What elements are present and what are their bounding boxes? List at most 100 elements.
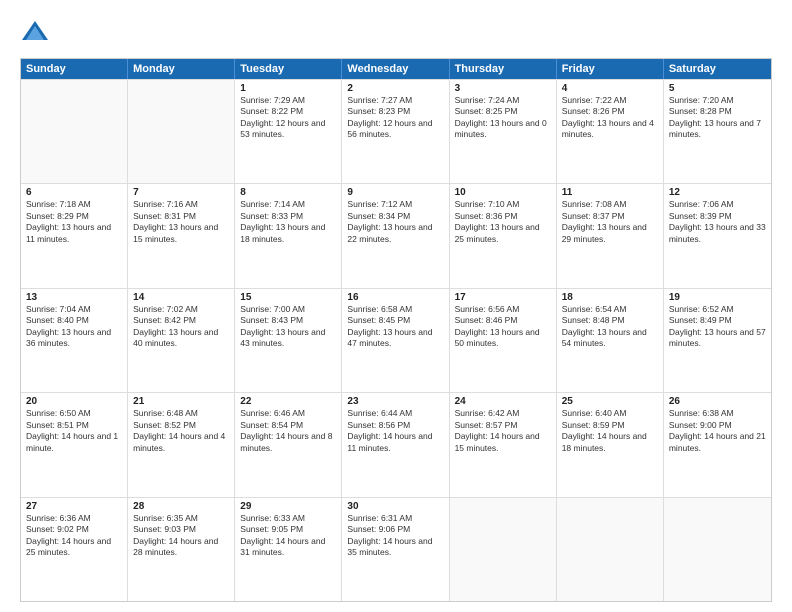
sunset-text: Sunset: 8:43 PM — [240, 315, 336, 326]
sunrise-text: Sunrise: 6:42 AM — [455, 408, 551, 419]
daylight-text: Daylight: 14 hours and 1 minute. — [26, 431, 122, 454]
day-number: 23 — [347, 396, 443, 407]
day-cell-6: 6Sunrise: 7:18 AMSunset: 8:29 PMDaylight… — [21, 184, 128, 287]
sunset-text: Sunset: 8:57 PM — [455, 420, 551, 431]
header-day-saturday: Saturday — [664, 59, 771, 79]
sunrise-text: Sunrise: 6:31 AM — [347, 513, 443, 524]
day-number: 30 — [347, 501, 443, 512]
sunrise-text: Sunrise: 7:16 AM — [133, 199, 229, 210]
sunrise-text: Sunrise: 7:04 AM — [26, 304, 122, 315]
calendar-header: SundayMondayTuesdayWednesdayThursdayFrid… — [21, 59, 771, 79]
sunset-text: Sunset: 8:33 PM — [240, 211, 336, 222]
daylight-text: Daylight: 14 hours and 28 minutes. — [133, 536, 229, 559]
sunset-text: Sunset: 8:59 PM — [562, 420, 658, 431]
day-number: 29 — [240, 501, 336, 512]
day-cell-26: 26Sunrise: 6:38 AMSunset: 9:00 PMDayligh… — [664, 393, 771, 496]
week-row-5: 27Sunrise: 6:36 AMSunset: 9:02 PMDayligh… — [21, 497, 771, 601]
day-number: 18 — [562, 292, 658, 303]
day-number: 27 — [26, 501, 122, 512]
daylight-text: Daylight: 13 hours and 25 minutes. — [455, 222, 551, 245]
day-number: 20 — [26, 396, 122, 407]
sunset-text: Sunset: 8:34 PM — [347, 211, 443, 222]
sunset-text: Sunset: 9:03 PM — [133, 524, 229, 535]
daylight-text: Daylight: 13 hours and 50 minutes. — [455, 327, 551, 350]
daylight-text: Daylight: 13 hours and 33 minutes. — [669, 222, 766, 245]
sunrise-text: Sunrise: 6:38 AM — [669, 408, 766, 419]
day-cell-24: 24Sunrise: 6:42 AMSunset: 8:57 PMDayligh… — [450, 393, 557, 496]
sunrise-text: Sunrise: 6:40 AM — [562, 408, 658, 419]
daylight-text: Daylight: 14 hours and 15 minutes. — [455, 431, 551, 454]
sunset-text: Sunset: 8:40 PM — [26, 315, 122, 326]
week-row-2: 6Sunrise: 7:18 AMSunset: 8:29 PMDaylight… — [21, 183, 771, 287]
day-cell-5: 5Sunrise: 7:20 AMSunset: 8:28 PMDaylight… — [664, 80, 771, 183]
sunrise-text: Sunrise: 6:50 AM — [26, 408, 122, 419]
sunrise-text: Sunrise: 6:58 AM — [347, 304, 443, 315]
daylight-text: Daylight: 13 hours and 4 minutes. — [562, 118, 658, 141]
header-day-monday: Monday — [128, 59, 235, 79]
sunset-text: Sunset: 8:49 PM — [669, 315, 766, 326]
page: SundayMondayTuesdayWednesdayThursdayFrid… — [0, 0, 792, 612]
day-cell-11: 11Sunrise: 7:08 AMSunset: 8:37 PMDayligh… — [557, 184, 664, 287]
day-number: 8 — [240, 187, 336, 198]
daylight-text: Daylight: 13 hours and 36 minutes. — [26, 327, 122, 350]
sunset-text: Sunset: 9:06 PM — [347, 524, 443, 535]
sunset-text: Sunset: 8:23 PM — [347, 106, 443, 117]
sunset-text: Sunset: 8:54 PM — [240, 420, 336, 431]
daylight-text: Daylight: 13 hours and 57 minutes. — [669, 327, 766, 350]
day-cell-21: 21Sunrise: 6:48 AMSunset: 8:52 PMDayligh… — [128, 393, 235, 496]
day-number: 14 — [133, 292, 229, 303]
daylight-text: Daylight: 14 hours and 31 minutes. — [240, 536, 336, 559]
day-cell-18: 18Sunrise: 6:54 AMSunset: 8:48 PMDayligh… — [557, 289, 664, 392]
daylight-text: Daylight: 14 hours and 21 minutes. — [669, 431, 766, 454]
sunset-text: Sunset: 8:25 PM — [455, 106, 551, 117]
daylight-text: Daylight: 13 hours and 40 minutes. — [133, 327, 229, 350]
sunrise-text: Sunrise: 7:24 AM — [455, 95, 551, 106]
sunrise-text: Sunrise: 6:44 AM — [347, 408, 443, 419]
day-number: 4 — [562, 83, 658, 94]
day-number: 15 — [240, 292, 336, 303]
sunset-text: Sunset: 8:56 PM — [347, 420, 443, 431]
sunset-text: Sunset: 8:51 PM — [26, 420, 122, 431]
day-number: 22 — [240, 396, 336, 407]
daylight-text: Daylight: 14 hours and 25 minutes. — [26, 536, 122, 559]
day-cell-29: 29Sunrise: 6:33 AMSunset: 9:05 PMDayligh… — [235, 498, 342, 601]
sunrise-text: Sunrise: 6:46 AM — [240, 408, 336, 419]
sunrise-text: Sunrise: 7:00 AM — [240, 304, 336, 315]
day-number: 17 — [455, 292, 551, 303]
day-number: 10 — [455, 187, 551, 198]
sunset-text: Sunset: 9:00 PM — [669, 420, 766, 431]
sunrise-text: Sunrise: 7:10 AM — [455, 199, 551, 210]
day-cell-30: 30Sunrise: 6:31 AMSunset: 9:06 PMDayligh… — [342, 498, 449, 601]
day-number: 2 — [347, 83, 443, 94]
day-number: 3 — [455, 83, 551, 94]
empty-cell — [557, 498, 664, 601]
day-number: 19 — [669, 292, 766, 303]
sunrise-text: Sunrise: 6:33 AM — [240, 513, 336, 524]
sunset-text: Sunset: 8:46 PM — [455, 315, 551, 326]
logo — [20, 18, 54, 48]
logo-icon — [20, 18, 50, 48]
sunset-text: Sunset: 8:42 PM — [133, 315, 229, 326]
daylight-text: Daylight: 13 hours and 7 minutes. — [669, 118, 766, 141]
week-row-4: 20Sunrise: 6:50 AMSunset: 8:51 PMDayligh… — [21, 392, 771, 496]
week-row-1: 1Sunrise: 7:29 AMSunset: 8:22 PMDaylight… — [21, 79, 771, 183]
sunset-text: Sunset: 8:37 PM — [562, 211, 658, 222]
sunset-text: Sunset: 8:48 PM — [562, 315, 658, 326]
daylight-text: Daylight: 14 hours and 35 minutes. — [347, 536, 443, 559]
day-cell-20: 20Sunrise: 6:50 AMSunset: 8:51 PMDayligh… — [21, 393, 128, 496]
day-cell-7: 7Sunrise: 7:16 AMSunset: 8:31 PMDaylight… — [128, 184, 235, 287]
sunrise-text: Sunrise: 6:54 AM — [562, 304, 658, 315]
day-cell-27: 27Sunrise: 6:36 AMSunset: 9:02 PMDayligh… — [21, 498, 128, 601]
header-day-sunday: Sunday — [21, 59, 128, 79]
sunset-text: Sunset: 8:26 PM — [562, 106, 658, 117]
daylight-text: Daylight: 13 hours and 54 minutes. — [562, 327, 658, 350]
header-day-thursday: Thursday — [450, 59, 557, 79]
sunrise-text: Sunrise: 7:22 AM — [562, 95, 658, 106]
daylight-text: Daylight: 14 hours and 11 minutes. — [347, 431, 443, 454]
day-cell-3: 3Sunrise: 7:24 AMSunset: 8:25 PMDaylight… — [450, 80, 557, 183]
daylight-text: Daylight: 13 hours and 29 minutes. — [562, 222, 658, 245]
day-number: 7 — [133, 187, 229, 198]
day-number: 24 — [455, 396, 551, 407]
sunrise-text: Sunrise: 7:02 AM — [133, 304, 229, 315]
header — [20, 18, 772, 48]
